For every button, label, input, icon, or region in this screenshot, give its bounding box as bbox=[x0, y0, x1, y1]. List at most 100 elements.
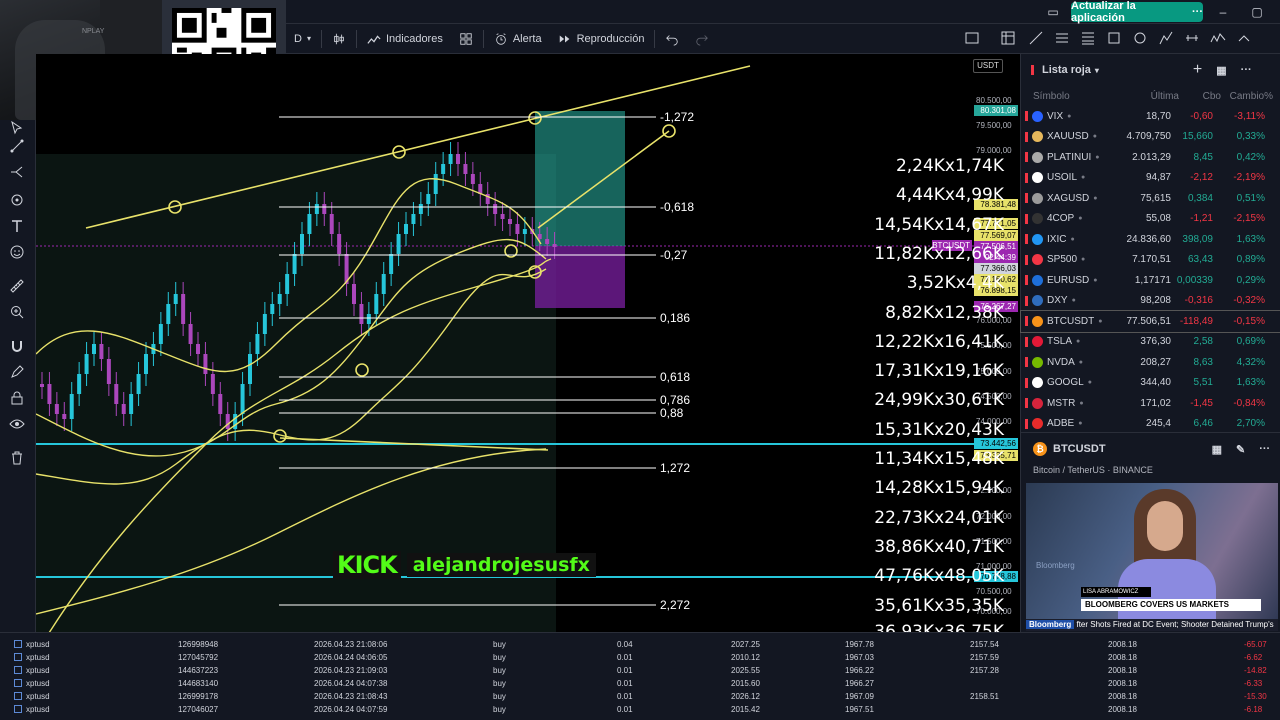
grid-icon[interactable]: ▦ bbox=[1212, 443, 1222, 456]
watchlist-row[interactable]: EURUSD ● 1,17171 0,00339 0,29% bbox=[1021, 270, 1280, 291]
add-symbol-icon[interactable]: + bbox=[1193, 61, 1202, 79]
watchlist-row[interactable]: GOOGL ● 344,40 5,51 1,63% bbox=[1021, 373, 1280, 394]
pattern-icon[interactable] bbox=[1000, 30, 1018, 48]
col-symbol[interactable]: Símbolo bbox=[1033, 91, 1125, 102]
update-app-label: Actualizar la aplicación bbox=[1071, 0, 1136, 24]
volume-label: 22,73Kx24,01K bbox=[874, 507, 1004, 528]
candle bbox=[322, 204, 327, 214]
col-change[interactable]: Cbo bbox=[1179, 91, 1221, 102]
watchlist-row[interactable]: ADBE ● 245,4 6,46 2,70% bbox=[1021, 414, 1280, 435]
price-chart[interactable]: USDT 80.500,00 79.500,00 79.000,00 76.000,0… bbox=[36, 54, 1020, 632]
watchlist-row[interactable]: IXIC ● 24.836,60 398,09 1,63% bbox=[1021, 229, 1280, 250]
update-app-button[interactable]: Actualizar la aplicación ··· bbox=[1071, 0, 1203, 24]
watchlist-row[interactable]: TSLA ● 376,30 2,58 0,69% bbox=[1021, 332, 1280, 353]
indicators-button[interactable]: Indicadores bbox=[359, 24, 451, 54]
watchlist-row[interactable]: SP500 ● 7.170,51 63,43 0,89% bbox=[1021, 250, 1280, 271]
pitchfork-icon[interactable] bbox=[1158, 30, 1176, 48]
layouts-button[interactable] bbox=[451, 24, 481, 54]
candle bbox=[262, 314, 267, 334]
cursor-icon[interactable] bbox=[9, 120, 27, 138]
trade-row[interactable]: xptusd 127046027 2026.04.24 04:07:59 buy 0.0… bbox=[0, 703, 1280, 716]
undo-button[interactable] bbox=[657, 24, 687, 54]
trend-line-icon[interactable] bbox=[1028, 30, 1046, 48]
symbol-name[interactable]: BTCUSDT bbox=[1053, 443, 1106, 455]
eye-icon[interactable] bbox=[9, 416, 27, 434]
watchlist-row[interactable]: PLATINUI ● 2.013,29 8,45 0,42% bbox=[1021, 147, 1280, 168]
live-dot-icon: ● bbox=[1081, 256, 1086, 264]
shapes-icon[interactable] bbox=[1106, 30, 1124, 48]
candle bbox=[463, 164, 468, 174]
col-change-pct[interactable]: Cambio% bbox=[1221, 91, 1273, 102]
trash-icon[interactable] bbox=[9, 450, 27, 468]
trade-cell: 2008.18 bbox=[1108, 692, 1137, 701]
chevron-down-icon[interactable]: ▾ bbox=[1095, 66, 1099, 75]
trade-type-icon bbox=[14, 653, 22, 661]
redo-button[interactable] bbox=[687, 24, 717, 54]
more-icon[interactable]: ··· bbox=[1241, 64, 1252, 76]
watchlist-title[interactable]: Lista roja bbox=[1042, 64, 1091, 76]
brush-icon[interactable] bbox=[9, 192, 27, 210]
watchlist-row[interactable]: BTCUSDT ● 77.506,51 -118,49 -0,15% bbox=[1020, 310, 1280, 333]
currency-selector[interactable]: USDT bbox=[973, 59, 1003, 73]
minimize-icon[interactable]: – bbox=[1214, 3, 1232, 21]
chevron-up-icon[interactable] bbox=[1236, 30, 1254, 48]
watchlist-row[interactable]: USOIL ● 94,87 -2,12 -2,19% bbox=[1021, 168, 1280, 189]
news-video[interactable]: Bloomberg LISA ABRAMOWICZ BLOOMBERG COVE… bbox=[1026, 483, 1278, 631]
emoji-icon[interactable] bbox=[9, 244, 27, 262]
replay-button[interactable]: Reproducción bbox=[550, 24, 653, 54]
trade-cell: 2157.28 bbox=[970, 666, 999, 675]
candle bbox=[389, 254, 394, 274]
row-last: 344,40 bbox=[1140, 377, 1171, 389]
alert-button[interactable]: Alerta bbox=[486, 24, 550, 54]
fork-icon[interactable] bbox=[9, 164, 27, 182]
edit-icon[interactable]: ✎ bbox=[1236, 443, 1245, 456]
candle-type-button[interactable] bbox=[324, 24, 354, 54]
flag-icon bbox=[1025, 254, 1028, 265]
watchlist-row[interactable]: XAUUSD ● 4.709,750 15,660 0,33% bbox=[1021, 127, 1280, 148]
symbol-logo-icon bbox=[1032, 418, 1043, 430]
trade-row[interactable]: xptusd 127045792 2026.04.24 04:06:05 buy 0.0… bbox=[0, 651, 1280, 664]
rectangle-icon[interactable] bbox=[964, 30, 982, 48]
maximize-icon[interactable]: ▢ bbox=[1248, 3, 1266, 21]
candle bbox=[300, 234, 304, 254]
live-dot-icon: ● bbox=[1078, 215, 1083, 223]
symbol-logo-icon bbox=[1032, 315, 1043, 327]
watchlist-row[interactable]: MSTR ● 171,02 -1,45 -0,84% bbox=[1021, 393, 1280, 414]
measure-icon[interactable] bbox=[1184, 30, 1202, 48]
take-profit-zone[interactable] bbox=[535, 111, 625, 246]
wave-icon[interactable] bbox=[1210, 30, 1228, 48]
watchlist-row[interactable]: VIX ● 18,70 -0,60 -3,11% bbox=[1021, 106, 1280, 127]
circle-icon[interactable] bbox=[1132, 30, 1150, 48]
zoom-icon[interactable] bbox=[9, 304, 27, 322]
watchlist-row[interactable]: 4COP ● 55,08 -1,21 -2,15% bbox=[1021, 209, 1280, 230]
trade-row[interactable]: xptusd 126999178 2026.04.23 21:08:43 buy 0.0… bbox=[0, 690, 1280, 703]
live-dot-icon: ● bbox=[1093, 276, 1098, 284]
watchlist-row[interactable]: XAGUSD ● 75,615 0,384 0,51% bbox=[1021, 188, 1280, 209]
magnet-icon[interactable] bbox=[9, 338, 27, 356]
symbol-logo-icon bbox=[1032, 172, 1043, 184]
pencil-lock-icon[interactable] bbox=[9, 364, 27, 382]
flag-icon bbox=[1025, 316, 1028, 327]
trade-row[interactable]: xptusd 144637223 2026.04.23 21:09:03 buy 0.0… bbox=[0, 664, 1280, 677]
lock-icon[interactable] bbox=[9, 390, 27, 408]
trade-row[interactable]: xptusd 144683140 2026.04.24 04:07:38 buy 0.0… bbox=[0, 677, 1280, 690]
text-icon[interactable] bbox=[9, 218, 27, 236]
symbol-logo-icon bbox=[1032, 377, 1043, 389]
trend-line-icon[interactable] bbox=[9, 138, 27, 156]
horizontal-lines-icon[interactable] bbox=[1054, 30, 1072, 48]
flag-icon bbox=[1025, 152, 1028, 163]
trade-cell: 1967.78 bbox=[845, 640, 874, 649]
fib-retracement-icon[interactable] bbox=[1080, 30, 1098, 48]
col-last[interactable]: Última bbox=[1125, 91, 1179, 102]
trade-row[interactable]: xptusd 126998948 2026.04.23 21:08:06 buy 0.0… bbox=[0, 638, 1280, 651]
monitor-icon[interactable]: ▭ bbox=[1044, 3, 1062, 21]
ruler-icon[interactable] bbox=[9, 278, 27, 296]
trade-cell: -6.18 bbox=[1244, 705, 1263, 714]
watchlist-row[interactable]: NVDA ● 208,27 8,63 4,32% bbox=[1021, 352, 1280, 373]
table-layout-icon[interactable]: ▦ bbox=[1216, 64, 1226, 77]
row-change: 15,660 bbox=[1182, 131, 1213, 143]
trade-cell: 2025.55 bbox=[731, 666, 760, 675]
row-last: 75,615 bbox=[1140, 192, 1171, 204]
more-icon[interactable]: ··· bbox=[1259, 443, 1270, 455]
watchlist-row[interactable]: DXY ● 98,208 -0,316 -0,32% bbox=[1021, 291, 1280, 312]
